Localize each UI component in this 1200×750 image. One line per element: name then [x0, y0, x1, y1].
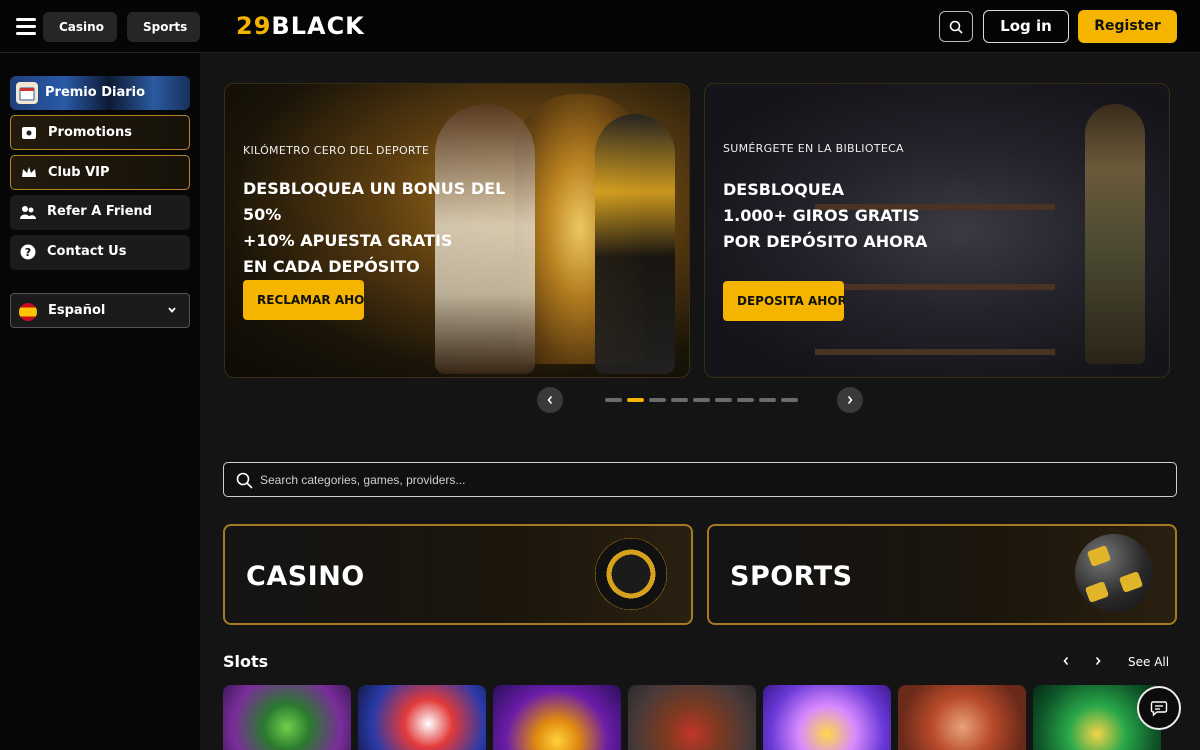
sidebar-item-refer-a-friend[interactable]: Refer A Friend	[10, 195, 190, 230]
game-thumbnail[interactable]	[358, 685, 486, 750]
tab-sports[interactable]: Sports	[127, 12, 200, 42]
promo-banner-library[interactable]: SUMÉRGETE EN LA BIBLIOTECA DESBLOQUEA 1.…	[704, 83, 1170, 378]
promo-banner-sports[interactable]: KILÓMETRO CERO DEL DEPORTE DESBLOQUEA UN…	[224, 83, 690, 378]
search-input[interactable]	[260, 463, 1160, 496]
carousel-dot[interactable]	[605, 398, 622, 402]
carousel-dot[interactable]	[715, 398, 732, 402]
banner-kicker: SUMÉRGETE EN LA BIBLIOTECA	[723, 142, 904, 155]
sidebar-item-contact-us[interactable]: ? Contact Us	[10, 235, 190, 270]
carousel-dot[interactable]	[759, 398, 776, 402]
carousel-next-button[interactable]	[837, 387, 863, 413]
spain-flag-icon	[19, 303, 37, 321]
explorer-illustration	[1085, 104, 1145, 364]
claim-now-button[interactable]: RECLAMAR AHORA	[243, 280, 364, 320]
tab-casino[interactable]: Casino	[43, 12, 117, 42]
slots-section-title: Slots	[223, 652, 269, 671]
sidebar-item-label: Promotions	[48, 125, 132, 140]
game-thumbnail[interactable]	[628, 685, 756, 750]
banner-title: DESBLOQUEA 1.000+ GIROS GRATIS POR DEPÓS…	[723, 177, 1023, 255]
banner-title: DESBLOQUEA UN BONUS DEL 50% +10% APUESTA…	[243, 176, 543, 280]
search-button[interactable]	[939, 11, 973, 42]
banner-title-line: +10% APUESTA GRATIS	[243, 231, 453, 250]
banner-title-line: DESBLOQUEA	[723, 180, 845, 199]
carousel-dot[interactable]	[693, 398, 710, 402]
game-search[interactable]	[223, 462, 1177, 497]
crown-icon	[20, 164, 38, 182]
register-button[interactable]: Register	[1078, 10, 1177, 43]
chat-button[interactable]	[1137, 686, 1181, 730]
top-bar: Casino Sports 29BLACK Log in Register	[0, 0, 1200, 53]
shelf-illustration	[815, 349, 1055, 355]
help-circle-icon: ?	[19, 243, 37, 261]
sidebar-item-label: Refer A Friend	[47, 204, 153, 219]
banner-title-line: 1.000+ GIROS GRATIS	[723, 206, 920, 225]
sidebar-item-club-vip[interactable]: Club VIP	[10, 155, 190, 190]
language-label: Español	[48, 303, 106, 318]
casino-chip-icon	[595, 538, 667, 610]
category-label: SPORTS	[730, 561, 853, 592]
chevron-left-icon	[1063, 656, 1069, 666]
slots-next-button[interactable]	[1090, 652, 1106, 670]
game-thumbnail[interactable]	[223, 685, 351, 750]
banner-title-line: POR DEPÓSITO AHORA	[723, 232, 928, 251]
banner-title-line: DESBLOQUEA UN BONUS DEL 50%	[243, 179, 506, 224]
category-card-casino[interactable]: CASINO	[223, 524, 693, 625]
chat-bubble-icon	[1150, 701, 1168, 717]
premio-diario-label: Premio Diario	[45, 85, 146, 100]
sidebar-item-promotions[interactable]: Promotions	[10, 115, 190, 150]
football-player-illustration	[595, 114, 675, 374]
shelf-illustration	[815, 284, 1055, 290]
svg-text:?: ?	[25, 246, 31, 259]
gift-card-icon	[20, 124, 38, 142]
chevron-down-icon	[168, 307, 176, 313]
category-label: CASINO	[246, 561, 365, 592]
chevron-right-icon	[1095, 656, 1101, 666]
search-icon	[949, 20, 963, 34]
search-icon	[236, 472, 253, 489]
soccer-ball-icon	[1075, 534, 1153, 612]
users-icon	[19, 203, 37, 221]
language-select[interactable]: Español	[10, 293, 190, 328]
logo-number: 29	[236, 12, 272, 40]
sidebar-item-label: Contact Us	[47, 244, 127, 259]
chevron-right-icon	[847, 395, 853, 405]
banner-kicker: KILÓMETRO CERO DEL DEPORTE	[243, 144, 430, 157]
banner-title-line: EN CADA DEPÓSITO	[243, 257, 420, 276]
sidebar-item-label: Club VIP	[48, 165, 110, 180]
carousel-prev-button[interactable]	[537, 387, 563, 413]
game-thumbnail[interactable]	[493, 685, 621, 750]
premio-diario-banner[interactable]: Premio Diario	[10, 76, 190, 110]
category-card-sports[interactable]: SPORTS	[707, 524, 1177, 625]
see-all-link[interactable]: See All	[1128, 655, 1169, 669]
game-thumbnail[interactable]	[763, 685, 891, 750]
calendar-icon	[16, 82, 38, 104]
slots-prev-button[interactable]	[1058, 652, 1074, 670]
login-button[interactable]: Log in	[983, 10, 1069, 43]
menu-icon[interactable]	[16, 18, 36, 35]
game-thumbnail[interactable]	[898, 685, 1026, 750]
deposit-now-button[interactable]: DEPOSITA AHORA	[723, 281, 844, 321]
carousel-dot[interactable]	[627, 398, 644, 402]
carousel-dot[interactable]	[649, 398, 666, 402]
carousel-dots	[605, 398, 798, 402]
logo-text: BLACK	[271, 12, 365, 40]
carousel-dot[interactable]	[781, 398, 798, 402]
logo[interactable]: 29BLACK	[236, 12, 365, 40]
carousel-dot[interactable]	[671, 398, 688, 402]
sidebar: Premio Diario Promotions Club VIP Refer …	[0, 53, 200, 750]
chevron-left-icon	[547, 395, 553, 405]
carousel-dot[interactable]	[737, 398, 754, 402]
